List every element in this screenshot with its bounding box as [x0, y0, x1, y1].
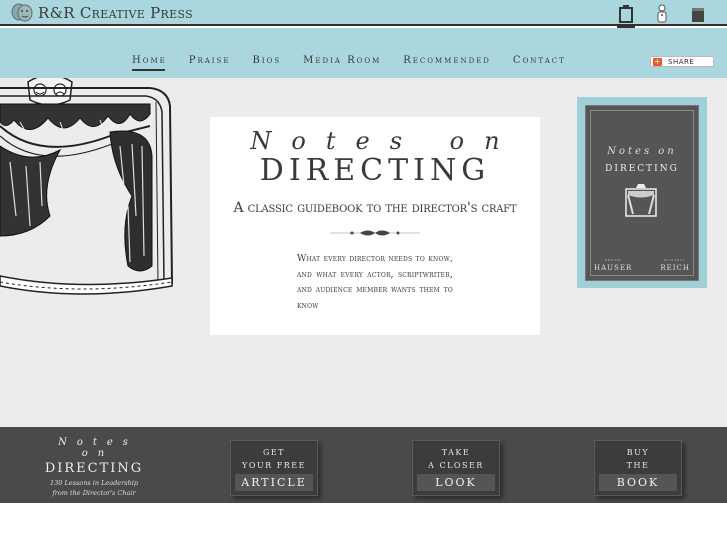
top-icons [617, 4, 707, 28]
cta-article-label: ARTICLE [235, 474, 313, 491]
chef-icon [657, 4, 667, 23]
nav-links: Home Praise Bios Media Room Recommended … [132, 55, 588, 71]
hero-card: Notes on DIRECTING A classic guidebook t… [210, 117, 540, 335]
nav-item-media-room[interactable]: Media Room [303, 55, 381, 66]
footer-brand: Notes on DIRECTING 130 Lessons in Leader… [40, 437, 148, 498]
theater-masks-logo-icon [11, 3, 33, 22]
chef-nav-button[interactable] [653, 4, 671, 28]
get-free-article-button[interactable]: GET YOUR FREE ARTICLE [230, 440, 318, 496]
book-title: DIRECTING [605, 164, 679, 174]
footer-title: DIRECTING [44, 461, 144, 476]
book-notes-on: Notes on [607, 146, 677, 157]
book-nav-button[interactable] [617, 4, 635, 28]
document-icon [692, 8, 704, 22]
book-author-2-last: REICH [660, 264, 690, 272]
ornament-divider-icon [330, 230, 420, 236]
book-icon [619, 5, 633, 23]
cta-article-line-1: GET [262, 448, 286, 457]
main-content: Notes on DIRECTING A classic guidebook t… [0, 78, 727, 427]
cta-book-line-1: BUY [626, 448, 650, 457]
masks-crest-icon [27, 78, 73, 106]
hero-tagline: A classic guidebook to the director's cr… [233, 200, 517, 216]
brand-name: R&R Creative Press [38, 4, 193, 22]
book-author-1-first: FRANK [604, 258, 622, 262]
share-label: SHARE [668, 57, 695, 66]
hero-description: What every director needs to know, and w… [297, 254, 453, 311]
hero-notes-on: Notes on [250, 127, 520, 155]
footer: Notes on DIRECTING 130 Lessons in Leader… [0, 427, 727, 503]
theater-curtain-illustration [0, 78, 173, 295]
cta-look-line-1: TAKE [441, 448, 471, 457]
hero-title: DIRECTING [259, 153, 491, 188]
nav-item-recommended[interactable]: Recommended [403, 55, 491, 66]
cta-look-label: LOOK [417, 474, 495, 491]
cta-book-line-2: THE [626, 461, 650, 470]
nav-item-bios[interactable]: Bios [252, 55, 281, 66]
footer-notes-on: Notes on [58, 437, 138, 459]
nav-item-home[interactable]: Home [132, 55, 167, 71]
footer-subtitle: 130 Lessons in Leadership from the Direc… [40, 478, 148, 498]
plus-icon: + [653, 56, 662, 66]
book-author-2: RUSSELL REICH [660, 258, 690, 272]
cta-book-top: BUY THE [595, 441, 681, 472]
brand[interactable]: R&R Creative Press [10, 2, 193, 24]
footer-subtitle-line-2: from the Director's Chair [52, 489, 136, 497]
main-nav: Home Praise Bios Media Room Recommended … [0, 28, 727, 78]
nav-item-praise[interactable]: Praise [189, 55, 231, 66]
book-cover-frame[interactable]: Notes on DIRECTING FRANK HAUSER RUSSELL … [577, 97, 707, 288]
book-cover: Notes on DIRECTING FRANK HAUSER RUSSELL … [585, 105, 699, 281]
cta-look-line-2: A CLOSER [428, 461, 484, 470]
buy-the-book-button[interactable]: BUY THE BOOK [594, 440, 682, 496]
top-bar: R&R Creative Press [0, 0, 727, 26]
book-authors: FRANK HAUSER RUSSELL REICH [594, 258, 690, 272]
book-author-2-first: RUSSELL [664, 258, 687, 262]
cta-look-top: TAKE A CLOSER [413, 441, 499, 472]
share-button[interactable]: + SHARE [650, 56, 714, 67]
theater-stage-icon [625, 184, 657, 217]
cta-book-label: BOOK [599, 474, 677, 491]
cta-article-top: GET YOUR FREE [231, 441, 317, 472]
footer-subtitle-line-1: 130 Lessons in Leadership [49, 479, 139, 487]
document-nav-button[interactable] [689, 4, 707, 28]
nav-item-contact[interactable]: Contact [513, 55, 566, 66]
book-author-1-last: HAUSER [594, 264, 633, 272]
cta-article-line-2: YOUR FREE [242, 461, 306, 470]
take-closer-look-button[interactable]: TAKE A CLOSER LOOK [412, 440, 500, 496]
book-author-1: FRANK HAUSER [594, 258, 632, 272]
